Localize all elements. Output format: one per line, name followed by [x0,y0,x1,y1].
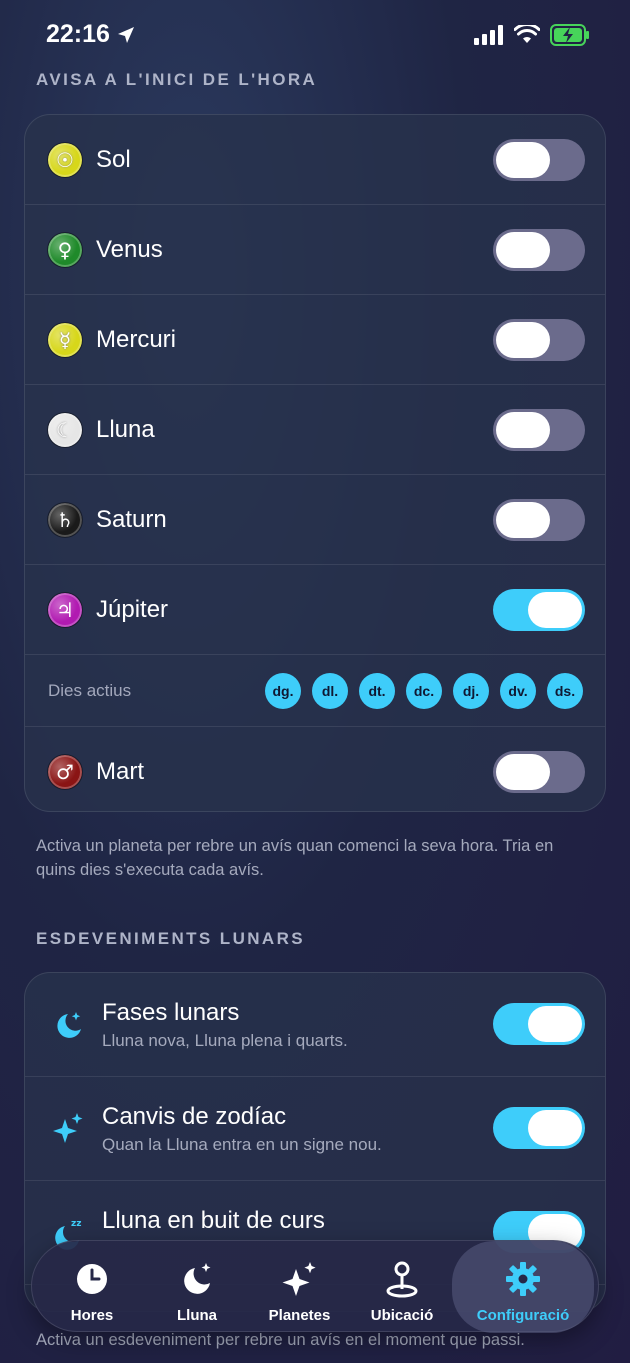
tab-label: Ubicació [370,1307,434,1324]
mercuri-planet-icon: ☿ [48,323,82,357]
day-chip-dj[interactable]: dj. [453,673,489,709]
day-chip-dc[interactable]: dc. [406,673,442,709]
planet-label: Lluna [96,416,155,443]
planet-label: Mart [96,758,144,785]
planet-row-jupiter: ♃ Júpiter [25,565,605,655]
location-arrow-icon [117,26,134,43]
planet-label: Júpiter [96,596,169,623]
lunar-event-title: Canvis de zodíac [102,1103,287,1130]
day-chip-dv[interactable]: dv. [500,673,536,709]
mercuri-toggle[interactable] [493,319,585,361]
svg-text:zz: zz [71,1219,81,1229]
toggle-knob [496,754,550,790]
wifi-icon [514,25,540,43]
toggle-knob [496,412,550,448]
planet-alerts-card: ☉ Sol ♀ Venus ☿ Mercuri ☾ Lluna ♄ Saturn ♃ Júpiter D… [24,114,606,812]
lunar-row-canvis-de-zodiac: Canvis de zodíac Quan la Lluna entra en u… [25,1077,605,1181]
battery-charging-icon [550,24,589,46]
fases-lunars-toggle[interactable] [493,1003,585,1045]
tab-label: Lluna [177,1307,217,1324]
canvis-de-zodiac-toggle[interactable] [493,1107,585,1149]
sol-planet-icon: ☉ [48,143,82,177]
lunar-row-fases-lunars: Fases lunars Lluna nova, Lluna plena i qu… [25,973,605,1077]
tab-bar: Hores Lluna Planetes Ubicació Configuració [31,1240,599,1333]
planet-row-mart: ♂ Mart [25,727,605,811]
gear-icon [504,1257,542,1301]
planet-row-sol: ☉ Sol [25,115,605,205]
moon-stars-icon [178,1257,216,1301]
clock-icon [74,1257,110,1301]
tab-planetes[interactable]: Planetes [252,1241,347,1333]
sparkles-icon [51,1109,85,1149]
lluna-toggle[interactable] [493,409,585,451]
hour-alerts-footnote: Activa un planeta per rebre un avís quan… [36,837,554,879]
toggle-knob [528,1110,582,1146]
day-chip-ds[interactable]: ds. [547,673,583,709]
status-bar: 22:16 [0,0,630,70]
lunar-event-title: Lluna en buit de curs [102,1207,325,1234]
clock-text: 22:16 [46,20,110,48]
status-icons [474,24,590,46]
toggle-knob [496,322,550,358]
sparkles-icon [281,1257,319,1301]
tab-label: Planetes [268,1307,331,1324]
tab-label: Hores [70,1307,114,1324]
planet-label: Sol [96,146,131,173]
tab-hores[interactable]: Hores [52,1241,132,1333]
tab-configuracio[interactable]: Configuració [452,1241,594,1333]
saturn-planet-icon: ♄ [48,503,82,537]
section-header-hour-alerts: AVISA A L'INICI DE L'HORA [36,70,318,89]
tab-lluna[interactable]: Lluna [152,1241,242,1333]
sol-toggle[interactable] [493,139,585,181]
venus-toggle[interactable] [493,229,585,271]
status-time: 22:16 [46,20,136,49]
tab-ubicacio[interactable]: Ubicació [357,1241,447,1333]
tab-label: Configuració [476,1307,570,1324]
planet-row-lluna: ☾ Lluna [25,385,605,475]
planet-row-mercuri: ☿ Mercuri [25,295,605,385]
venus-planet-icon: ♀ [48,233,82,267]
section-header-lunar-events: ESDEVENIMENTS LUNARS [36,929,306,948]
moon-stars-icon [51,1005,85,1045]
jupiter-planet-icon: ♃ [48,593,82,627]
toggle-knob [496,232,550,268]
toggle-knob [496,502,550,538]
toggle-knob [528,1006,582,1042]
toggle-knob [496,142,550,178]
planet-label: Saturn [96,506,167,533]
lunar-event-subtitle: Quan la Lluna entra en un signe nou. [102,1135,382,1154]
active-days-row: Dies actius dg. dl. dt. dc. dj. dv. ds. [25,655,605,727]
planet-row-saturn: ♄ Saturn [25,475,605,565]
planet-label: Mercuri [96,326,177,353]
day-chip-dl[interactable]: dl. [312,673,348,709]
day-chip-dg[interactable]: dg. [265,673,301,709]
mart-planet-icon: ♂ [48,755,82,789]
toggle-knob [528,592,582,628]
jupiter-toggle[interactable] [493,589,585,631]
planet-label: Venus [96,236,163,263]
saturn-toggle[interactable] [493,499,585,541]
lluna-planet-icon: ☾ [48,413,82,447]
day-chip-dt[interactable]: dt. [359,673,395,709]
lunar-event-title: Fases lunars [102,999,240,1026]
planet-row-venus: ♀ Venus [25,205,605,295]
lunar-event-subtitle: Lluna nova, Lluna plena i quarts. [102,1031,348,1050]
active-days-label: Dies actius [48,681,132,700]
cellular-signal-icon [474,25,503,45]
location-pin-icon [384,1257,420,1301]
mart-toggle[interactable] [493,751,585,793]
